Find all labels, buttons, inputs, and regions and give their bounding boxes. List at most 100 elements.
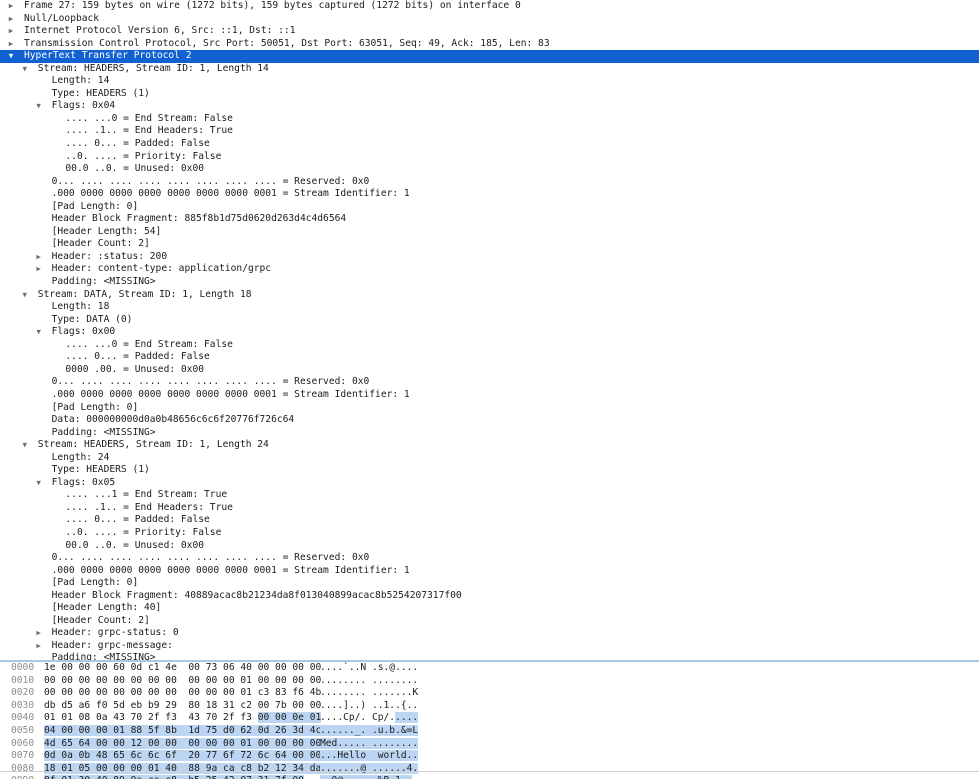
byte-row[interactable]: 0030 db d5 a6 f0 5d eb b9 29 80 18 31 c2 … xyxy=(0,700,979,713)
tree-row[interactable]: .... .1.. = End Headers: True xyxy=(0,502,979,515)
tree-row[interactable]: Type: DATA (0) xyxy=(0,314,979,327)
tree-row[interactable]: Header Block Fragment: 885f8b1d75d0620d2… xyxy=(0,213,979,226)
byte-row[interactable]: 0010 00 00 00 00 00 00 00 00 00 00 00 01 … xyxy=(0,675,979,688)
tree-row[interactable]: [Pad Length: 0] xyxy=(0,577,979,590)
tree-row[interactable]: .... 0... = Padded: False xyxy=(0,138,979,151)
byte-hex[interactable]: 4d 65 64 00 00 12 00 00 00 00 00 01 00 0… xyxy=(44,737,322,751)
triangle-down-icon[interactable]: ▼ xyxy=(6,50,16,63)
byte-hex[interactable]: 00 00 00 00 00 00 00 00 00 00 00 01 c3 8… xyxy=(44,687,321,700)
tree-row[interactable]: [Header Count: 2] xyxy=(0,238,979,251)
tree-row[interactable]: ▶ Header: grpc-status: 0 xyxy=(0,627,979,640)
tree-row[interactable]: Padding: <MISSING> xyxy=(0,276,979,289)
tree-row[interactable]: Length: 24 xyxy=(0,452,979,465)
tree-row[interactable]: Type: HEADERS (1) xyxy=(0,88,979,101)
byte-hex[interactable]: 8f 01 30 40 89 9a ca c8 b5 25 42 07 31 7… xyxy=(44,775,304,779)
tree-row[interactable]: [Pad Length: 0] xyxy=(0,402,979,415)
tree-row[interactable]: 0... .... .... .... .... .... .... .... … xyxy=(0,552,979,565)
tree-row[interactable]: ▼ Stream: HEADERS, Stream ID: 1, Length 2… xyxy=(0,439,979,452)
tree-row[interactable]: .... .1.. = End Headers: True xyxy=(0,125,979,138)
tree-row[interactable]: Header Block Fragment: 40889acac8b21234d… xyxy=(0,590,979,603)
triangle-down-icon[interactable]: ▼ xyxy=(34,100,44,113)
tree-row[interactable]: ▶ Header: :status: 200 xyxy=(0,251,979,264)
tree-row[interactable]: ▼ Flags: 0x04 xyxy=(0,100,979,113)
byte-row[interactable]: 0060 4d 65 64 00 00 12 00 00 00 00 00 01 … xyxy=(0,737,979,751)
tree-row[interactable]: ..0. .... = Priority: False xyxy=(0,527,979,540)
tree-row[interactable]: Padding: <MISSING> xyxy=(0,652,979,660)
tree-row[interactable]: 0000 .00. = Unused: 0x00 xyxy=(0,364,979,377)
tree-row[interactable]: ▶ Transmission Control Protocol, Src Port… xyxy=(0,38,979,51)
byte-ascii[interactable]: ....]..) ..1..{.. xyxy=(320,700,418,713)
byte-ascii[interactable]: Med..... ........ xyxy=(320,737,419,751)
byte-hex[interactable]: 01 01 08 0a 43 70 2f f3 43 70 2f f3 00 0… xyxy=(44,712,322,725)
tree-row[interactable]: ▶ Internet Protocol Version 6, Src: ::1, … xyxy=(0,25,979,38)
tree-row-label: .... .1.. = End Headers: True xyxy=(65,501,233,513)
byte-ascii[interactable]: .......@ ......4. xyxy=(320,762,419,776)
triangle-right-icon[interactable]: ▶ xyxy=(34,627,44,640)
tree-row[interactable]: [Pad Length: 0] xyxy=(0,201,979,214)
byte-row[interactable]: 0020 00 00 00 00 00 00 00 00 00 00 00 01 … xyxy=(0,687,979,700)
tree-row[interactable]: ▶ Frame 27: 159 bytes on wire (1272 bits)… xyxy=(0,0,979,13)
byte-row[interactable]: 0080 18 01 05 00 00 00 01 40 88 9a ca c8 … xyxy=(0,762,979,776)
byte-ascii[interactable]: ...Hello world.. xyxy=(320,750,419,763)
triangle-down-icon[interactable]: ▼ xyxy=(34,477,44,490)
tree-row[interactable]: ▶ Header: grpc-message: xyxy=(0,640,979,653)
triangle-down-icon[interactable]: ▼ xyxy=(20,439,30,452)
byte-hex[interactable]: 1e 00 00 00 60 0d c1 4e 00 73 06 40 00 0… xyxy=(44,662,321,675)
triangle-right-icon[interactable]: ▶ xyxy=(34,251,44,264)
triangle-right-icon[interactable]: ▶ xyxy=(6,38,16,51)
triangle-right-icon[interactable]: ▶ xyxy=(34,640,44,653)
byte-row[interactable]: 0000 1e 00 00 00 60 0d c1 4e 00 73 06 40 … xyxy=(0,662,979,675)
tree-row[interactable]: [Header Length: 40] xyxy=(0,602,979,615)
triangle-down-icon[interactable]: ▼ xyxy=(34,326,44,339)
byte-ascii[interactable]: ......_. .u.b.&=L xyxy=(320,724,419,738)
byte-hex[interactable]: 18 01 05 00 00 00 01 40 88 9a ca c8 b2 1… xyxy=(44,762,322,776)
tree-row[interactable]: 00.0 ..0. = Unused: 0x00 xyxy=(0,540,979,553)
tree-row[interactable]: .... 0... = Padded: False xyxy=(0,514,979,527)
triangle-down-icon[interactable]: ▼ xyxy=(20,289,30,302)
triangle-right-icon[interactable]: ▶ xyxy=(6,25,16,38)
byte-row[interactable]: 0050 04 00 00 00 01 88 5f 8b 1d 75 d0 62 … xyxy=(0,724,979,738)
byte-ascii[interactable]: ........ .......K xyxy=(320,687,418,700)
tree-row[interactable]: ▼ HyperText Transfer Protocol 2 xyxy=(0,50,979,63)
tree-row[interactable]: Data: 000000000d0a0b48656c6c6f20776f726c… xyxy=(0,414,979,427)
triangle-down-icon[interactable]: ▼ xyxy=(20,63,30,76)
tree-row[interactable]: [Header Length: 54] xyxy=(0,226,979,239)
tree-row[interactable]: Padding: <MISSING> xyxy=(0,427,979,440)
tree-row[interactable]: ▶ Header: content-type: application/grpc xyxy=(0,263,979,276)
tree-row[interactable]: ▶ Null/Loopback xyxy=(0,13,979,26)
byte-offset: 0060 xyxy=(11,737,35,749)
tree-row[interactable]: Type: HEADERS (1) xyxy=(0,464,979,477)
byte-hex[interactable]: db d5 a6 f0 5d eb b9 29 80 18 31 c2 00 7… xyxy=(44,700,321,713)
tree-row[interactable]: Length: 14 xyxy=(0,75,979,88)
byte-ascii[interactable]: ..0@.... .%B.1.. xyxy=(320,775,413,779)
byte-hex[interactable]: 04 00 00 00 01 88 5f 8b 1d 75 d0 62 0d 2… xyxy=(44,724,322,738)
byte-hex[interactable]: 0d 0a 0b 48 65 6c 6c 6f 20 77 6f 72 6c 6… xyxy=(44,750,322,763)
tree-row[interactable]: ▼ Stream: HEADERS, Stream ID: 1, Length 1… xyxy=(0,63,979,76)
triangle-right-icon[interactable]: ▶ xyxy=(6,13,16,26)
tree-row[interactable]: 00.0 ..0. = Unused: 0x00 xyxy=(0,163,979,176)
byte-hex[interactable]: 00 00 00 00 00 00 00 00 00 00 00 01 00 0… xyxy=(44,675,321,688)
tree-row[interactable]: ▼ Stream: DATA, Stream ID: 1, Length 18 xyxy=(0,289,979,302)
byte-ascii[interactable]: ....Cp/. Cp/..... xyxy=(320,712,419,725)
tree-row[interactable]: [Header Count: 2] xyxy=(0,615,979,628)
tree-row[interactable]: .000 0000 0000 0000 0000 0000 0000 0001 … xyxy=(0,565,979,578)
tree-row[interactable]: .... ...0 = End Stream: False xyxy=(0,113,979,126)
tree-row[interactable]: .000 0000 0000 0000 0000 0000 0000 0001 … xyxy=(0,188,979,201)
tree-row[interactable]: ..0. .... = Priority: False xyxy=(0,151,979,164)
tree-row[interactable]: .... ...0 = End Stream: False xyxy=(0,339,979,352)
triangle-right-icon[interactable]: ▶ xyxy=(34,263,44,276)
byte-ascii[interactable]: ........ ........ xyxy=(320,675,418,688)
tree-row[interactable]: .000 0000 0000 0000 0000 0000 0000 0001 … xyxy=(0,389,979,402)
tree-row[interactable]: 0... .... .... .... .... .... .... .... … xyxy=(0,376,979,389)
tree-row[interactable]: Length: 18 xyxy=(0,301,979,314)
tree-row[interactable]: .... 0... = Padded: False xyxy=(0,351,979,364)
tree-row[interactable]: ▼ Flags: 0x00 xyxy=(0,326,979,339)
tree-row[interactable]: ▼ Flags: 0x05 xyxy=(0,477,979,490)
byte-row[interactable]: 0040 01 01 08 0a 43 70 2f f3 43 70 2f f3 … xyxy=(0,712,979,725)
byte-row[interactable]: 0090 8f 01 30 40 89 9a ca c8 b5 25 42 07 … xyxy=(0,775,979,779)
byte-ascii[interactable]: ....`..N .s.@.... xyxy=(320,662,418,675)
byte-row[interactable]: 0070 0d 0a 0b 48 65 6c 6c 6f 20 77 6f 72 … xyxy=(0,750,979,763)
triangle-right-icon[interactable]: ▶ xyxy=(6,0,16,13)
tree-row[interactable]: 0... .... .... .... .... .... .... .... … xyxy=(0,176,979,189)
tree-row[interactable]: .... ...1 = End Stream: True xyxy=(0,489,979,502)
